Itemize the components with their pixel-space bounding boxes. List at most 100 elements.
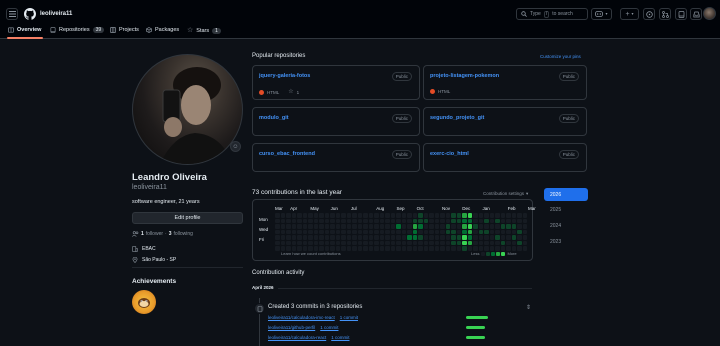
contribution-cell[interactable] (418, 213, 423, 218)
contribution-cell[interactable] (390, 235, 395, 240)
contribution-cell[interactable] (522, 240, 527, 245)
contribution-cell[interactable] (500, 224, 505, 229)
contribution-cell[interactable] (368, 235, 373, 240)
contribution-cell[interactable] (451, 246, 456, 251)
contribution-cell[interactable] (275, 224, 280, 229)
contribution-cell[interactable] (489, 224, 494, 229)
contribution-cell[interactable] (462, 240, 467, 245)
contribution-cell[interactable] (473, 235, 478, 240)
contribution-cell[interactable] (401, 224, 406, 229)
year-button-selected[interactable]: 2026 (544, 188, 588, 201)
contribution-cell[interactable] (440, 246, 445, 251)
contribution-cell[interactable] (379, 246, 384, 251)
contribution-cell[interactable] (467, 246, 472, 251)
contribution-cell[interactable] (440, 224, 445, 229)
contribution-cell[interactable] (434, 246, 439, 251)
contribution-cell[interactable] (511, 218, 516, 223)
contribution-cell[interactable] (500, 235, 505, 240)
contribution-cell[interactable] (445, 224, 450, 229)
activity-commit-count[interactable]: 1 commit (331, 335, 349, 340)
contribution-cell[interactable] (346, 240, 351, 245)
contribution-cell[interactable] (379, 235, 384, 240)
contribution-cell[interactable] (423, 235, 428, 240)
contribution-cell[interactable] (368, 213, 373, 218)
issues-button[interactable] (643, 8, 655, 20)
github-logo-icon[interactable] (24, 8, 36, 20)
contribution-cell[interactable] (390, 213, 395, 218)
contribution-cell[interactable] (506, 218, 511, 223)
contribution-cell[interactable] (440, 213, 445, 218)
contribution-cell[interactable] (478, 235, 483, 240)
contribution-cell[interactable] (412, 229, 417, 234)
contribution-cell[interactable] (522, 218, 527, 223)
contribution-cell[interactable] (286, 246, 291, 251)
repo-link[interactable]: projeto-listagem-pokemon (430, 73, 499, 79)
contribution-cell[interactable] (456, 246, 461, 251)
contribution-cell[interactable] (434, 213, 439, 218)
contribution-cell[interactable] (484, 235, 489, 240)
contribution-cell[interactable] (462, 235, 467, 240)
contribution-cell[interactable] (429, 246, 434, 251)
contribution-cell[interactable] (357, 235, 362, 240)
contribution-cell[interactable] (341, 240, 346, 245)
contribution-cell[interactable] (423, 213, 428, 218)
contribution-cell[interactable] (374, 213, 379, 218)
contribution-cell[interactable] (291, 246, 296, 251)
contribution-settings-button[interactable]: Contribution settings ▾ (483, 191, 528, 197)
contribution-cell[interactable] (506, 246, 511, 251)
contribution-cell[interactable] (319, 224, 324, 229)
contribution-cell[interactable] (522, 213, 527, 218)
contribution-cell[interactable] (319, 218, 324, 223)
contribution-cell[interactable] (396, 235, 401, 240)
hamburger-menu-button[interactable] (6, 8, 18, 20)
contribution-cell[interactable] (390, 224, 395, 229)
contribution-cell[interactable] (478, 218, 483, 223)
contribution-cell[interactable] (418, 240, 423, 245)
year-button[interactable]: 2025 (550, 207, 561, 213)
contribution-cell[interactable] (302, 240, 307, 245)
contribution-cell[interactable] (445, 213, 450, 218)
contribution-cell[interactable] (445, 229, 450, 234)
contribution-cell[interactable] (445, 246, 450, 251)
contribution-cell[interactable] (445, 240, 450, 245)
contribution-cell[interactable] (363, 224, 368, 229)
contribution-cell[interactable] (357, 218, 362, 223)
contribution-cell[interactable] (412, 224, 417, 229)
contribution-cell[interactable] (390, 240, 395, 245)
search-input[interactable]: Type / to search (516, 8, 588, 20)
contribution-cell[interactable] (423, 240, 428, 245)
contribution-cell[interactable] (407, 218, 412, 223)
contribution-cell[interactable] (484, 246, 489, 251)
contribution-cell[interactable] (308, 235, 313, 240)
contribution-cell[interactable] (324, 213, 329, 218)
contribution-cell[interactable] (467, 213, 472, 218)
contribution-cell[interactable] (280, 246, 285, 251)
contribution-cell[interactable] (434, 229, 439, 234)
contribution-cell[interactable] (440, 218, 445, 223)
repo-link[interactable]: modulo_git (259, 115, 289, 121)
contribution-cell[interactable] (335, 213, 340, 218)
contribution-cell[interactable] (418, 246, 423, 251)
repo-link[interactable]: jquery-galeria-fotos (259, 73, 310, 79)
contribution-cell[interactable] (467, 235, 472, 240)
contribution-cell[interactable] (418, 218, 423, 223)
contribution-cell[interactable] (319, 235, 324, 240)
contribution-cell[interactable] (313, 224, 318, 229)
contribution-cell[interactable] (335, 235, 340, 240)
contribution-cell[interactable] (451, 235, 456, 240)
contribution-cell[interactable] (511, 235, 516, 240)
contribution-cell[interactable] (286, 213, 291, 218)
contribution-cell[interactable] (330, 213, 335, 218)
contribution-cell[interactable] (500, 240, 505, 245)
contribution-cell[interactable] (363, 240, 368, 245)
contribution-cell[interactable] (297, 235, 302, 240)
contribution-cell[interactable] (291, 240, 296, 245)
contribution-cell[interactable] (341, 213, 346, 218)
contribution-cell[interactable] (363, 229, 368, 234)
contribution-cell[interactable] (484, 229, 489, 234)
contribution-cell[interactable] (396, 229, 401, 234)
repositories-button[interactable] (675, 8, 687, 20)
contribution-cell[interactable] (434, 218, 439, 223)
contribution-cell[interactable] (291, 213, 296, 218)
contribution-cell[interactable] (330, 246, 335, 251)
